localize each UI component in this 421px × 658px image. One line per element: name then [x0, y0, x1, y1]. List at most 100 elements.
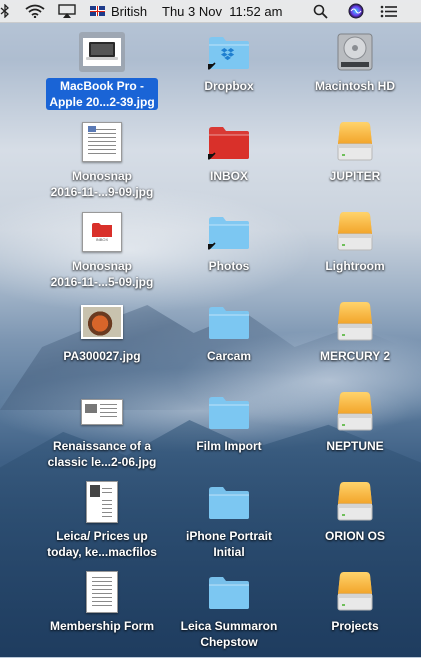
desktop-item-label-line: Monosnap: [71, 259, 132, 273]
image-file-icon: [78, 120, 126, 164]
desktop-item-label-line: Leica/ Prices up: [56, 529, 148, 543]
menubar-clock[interactable]: Thu 3 Nov 11:52 am: [162, 0, 282, 22]
image-file-icon: INBOX: [78, 210, 126, 254]
folder-alias-icon: [205, 120, 253, 164]
desktop-item-label-line: today, ke...macfilos: [47, 545, 157, 559]
desktop-item-label: MERCURY 2: [320, 348, 390, 364]
desktop-item-label: Lightroom: [325, 258, 384, 274]
desktop-item-label-line: classic le...2-06.jpg: [47, 455, 157, 469]
desktop-item-label-line: 2016-11-...9-09.jpg: [50, 185, 154, 199]
folder-icon: [205, 480, 253, 524]
desktop-item-label: Monosnap 2016-11-...5-09.jpg: [51, 258, 154, 290]
desktop-item-label: NEPTUNE: [326, 438, 383, 454]
desktop-item-label-line: MERCURY 2: [319, 349, 390, 363]
desktop-item-label-line: Initial: [213, 545, 245, 559]
desktop-item-label: Membership Form: [50, 618, 154, 634]
desktop-item[interactable]: JUPITER: [288, 118, 421, 208]
desktop-item[interactable]: Macintosh HD: [288, 28, 421, 118]
desktop-item[interactable]: Renaissance of a classic le...2-06.jpg: [35, 388, 169, 478]
desktop-item-label-line: iPhone Portrait: [185, 529, 272, 543]
desktop-item-label: Leica Summaron Chepstow: [181, 618, 278, 650]
folder-icon: [205, 570, 253, 614]
desktop-item[interactable]: MERCURY 2: [288, 298, 421, 388]
desktop-item-label: Photos: [209, 258, 250, 274]
desktop-item[interactable]: iPhone Portrait Initial: [162, 478, 296, 568]
folder-alias-icon: [205, 210, 253, 254]
desktop-item[interactable]: Dropbox: [162, 28, 296, 118]
desktop-item-label: INBOX: [210, 168, 248, 184]
desktop-item[interactable]: Leica/ Prices up today, ke...macfilos: [35, 478, 169, 568]
internal-drive-icon: [331, 30, 379, 74]
desktop-item-label-line: JUPITER: [329, 169, 381, 183]
desktop-item-label-line: Lightroom: [325, 259, 385, 273]
desktop-item-label-line: PA300027.jpg: [63, 349, 141, 363]
desktop-item-label: Dropbox: [204, 78, 253, 94]
external-drive-icon: [331, 210, 379, 254]
desktop-item[interactable]: Photos: [162, 208, 296, 298]
image-file-icon: [78, 30, 126, 74]
desktop-item[interactable]: Membership Form: [35, 568, 169, 658]
desktop-item-label-line: Leica Summaron: [180, 619, 278, 633]
input-source-menu[interactable]: British: [90, 0, 147, 22]
desktop-item[interactable]: PA300027.jpg: [35, 298, 169, 388]
external-drive-icon: [331, 120, 379, 164]
folder-icon: [205, 300, 253, 344]
spotlight-search-icon[interactable]: [313, 0, 328, 22]
airplay-icon[interactable]: [58, 0, 76, 22]
external-drive-icon: [331, 480, 379, 524]
desktop-item[interactable]: Carcam: [162, 298, 296, 388]
desktop-item[interactable]: Monosnap 2016-11-...9-09.jpg: [35, 118, 169, 208]
desktop-item-label-line: MacBook Pro -: [59, 79, 144, 93]
bluetooth-icon[interactable]: [0, 0, 12, 22]
desktop-item[interactable]: NEPTUNE: [288, 388, 421, 478]
desktop-item-label-line: Renaissance of a: [52, 439, 152, 453]
desktop-item-label: JUPITER: [330, 168, 381, 184]
desktop-item[interactable]: Projects: [288, 568, 421, 658]
image-file-icon: [78, 300, 126, 344]
desktop-item[interactable]: Lightroom: [288, 208, 421, 298]
desktop-item[interactable]: INBOX: [162, 118, 296, 208]
desktop-item-label: Projects: [331, 618, 378, 634]
desktop-item[interactable]: Film Import: [162, 388, 296, 478]
external-drive-icon: [331, 300, 379, 344]
desktop-item[interactable]: Leica Summaron Chepstow: [162, 568, 296, 658]
desktop-item-label-line: Film Import: [196, 439, 262, 453]
desktop-item-label: Leica/ Prices up today, ke...macfilos: [47, 528, 157, 560]
desktop-item[interactable]: INBOX Monosnap 2016-11-...5-09.jpg: [35, 208, 169, 298]
document-file-icon: [78, 570, 126, 614]
desktop-item-label-line: Photos: [208, 259, 250, 273]
desktop-item-label-line: ORION OS: [324, 529, 385, 543]
desktop-item-label-line: NEPTUNE: [326, 439, 384, 453]
external-drive-icon: [331, 570, 379, 614]
desktop-item-label-line: 2016-11-...5-09.jpg: [50, 275, 154, 289]
desktop-item[interactable]: ORION OS: [288, 478, 421, 568]
desktop-item-label-line: Membership Form: [49, 619, 154, 633]
desktop-item-label-line: Monosnap: [71, 169, 132, 183]
desktop-item-label-line: Chepstow: [200, 635, 258, 649]
desktop-item[interactable]: MacBook Pro - Apple 20...2-39.jpg: [35, 28, 169, 118]
desktop-item-label: PA300027.jpg: [63, 348, 140, 364]
desktop-item-label: ORION OS: [325, 528, 385, 544]
desktop-item-label: Monosnap 2016-11-...9-09.jpg: [51, 168, 154, 200]
notification-center-icon[interactable]: [380, 0, 397, 22]
desktop-item-label: iPhone Portrait Initial: [186, 528, 272, 560]
union-jack-flag-icon: [90, 6, 105, 16]
desktop-item-label: Macintosh HD: [315, 78, 395, 94]
desktop-item-label-line: Macintosh HD: [314, 79, 395, 93]
webloc-file-icon: [78, 480, 126, 524]
siri-icon[interactable]: [348, 0, 364, 22]
clock-text: Thu 3 Nov 11:52 am: [162, 3, 283, 19]
desktop-item-label: Carcam: [207, 348, 251, 364]
image-file-icon: [78, 390, 126, 434]
desktop-item-label-line: Apple 20...2-39.jpg: [49, 95, 155, 109]
desktop-item-label-line: INBOX: [209, 169, 248, 183]
desktop-item-label: Film Import: [196, 438, 261, 454]
desktop-item-label-line: Carcam: [206, 349, 252, 363]
external-drive-icon: [331, 390, 379, 434]
desktop-item-label: MacBook Pro - Apple 20...2-39.jpg: [46, 78, 158, 110]
wifi-icon[interactable]: [25, 0, 45, 22]
desktop-item-label: Renaissance of a classic le...2-06.jpg: [48, 438, 157, 470]
desktop-item-label-line: Dropbox: [204, 79, 254, 93]
folder-icon: [205, 390, 253, 434]
dropbox-folder-icon: [205, 30, 253, 74]
